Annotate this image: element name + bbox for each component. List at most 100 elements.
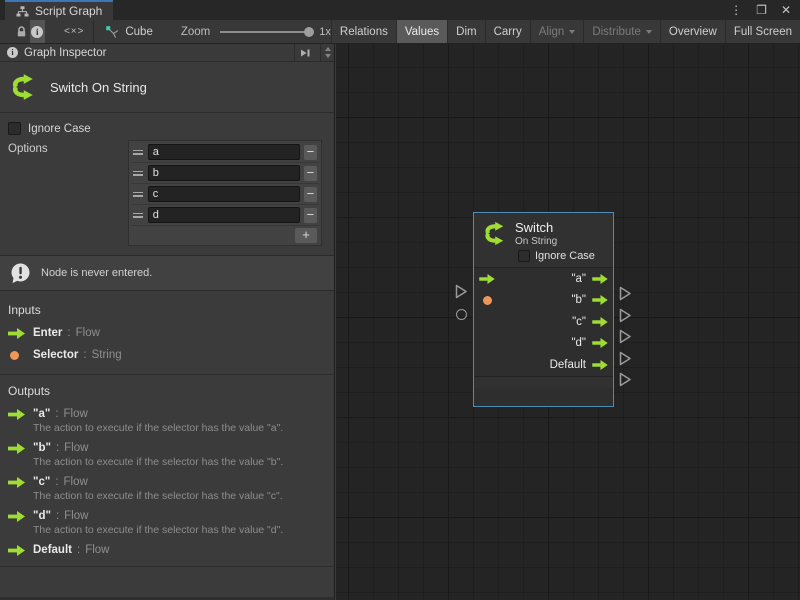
node-body: "a" "b" "c" "d": [474, 267, 613, 376]
toolbar-button-values[interactable]: Values: [396, 20, 447, 43]
flow-port-icon[interactable]: [592, 295, 608, 305]
graph-hierarchy-icon: [16, 6, 29, 17]
type-separator: :: [55, 408, 58, 420]
option-input[interactable]: [148, 144, 300, 160]
port-name: Enter: [33, 327, 62, 339]
type-separator: :: [77, 544, 80, 556]
title-bar: Script Graph ⋮ ❐ ✕: [0, 0, 800, 20]
panel-scroll-buttons[interactable]: [320, 44, 334, 62]
port-type: Flow: [64, 408, 88, 420]
flow-port-icon[interactable]: [592, 360, 608, 370]
node-port-label: "c": [572, 316, 586, 328]
port-description: The action to execute if the selector ha…: [33, 524, 334, 536]
drag-handle-icon[interactable]: [133, 171, 144, 176]
scroll-down-icon[interactable]: [325, 54, 331, 58]
connector-triangle-icon[interactable]: [619, 372, 632, 387]
connector-triangle-icon[interactable]: [619, 351, 632, 366]
toolbar-button-distribute[interactable]: Distribute: [583, 20, 660, 43]
close-icon[interactable]: ✕: [781, 3, 791, 17]
ignore-case-checkbox[interactable]: [8, 122, 21, 135]
warning-bubble-icon: [9, 262, 32, 285]
connector-triangle-icon[interactable]: [619, 308, 632, 323]
flow-arrow-icon: [8, 545, 25, 556]
section-divider: [0, 566, 334, 567]
toolbar-button-fullscreen[interactable]: Full Screen: [725, 20, 800, 43]
warning-box: Node is never entered.: [0, 255, 334, 291]
drag-handle-icon[interactable]: [133, 150, 144, 155]
node-port-label: Default: [550, 359, 586, 371]
toolbar-button-carry[interactable]: Carry: [485, 20, 530, 43]
port-row-enter: Enter : Flow: [8, 327, 334, 339]
flow-arrow-icon: [8, 409, 25, 420]
drag-handle-icon[interactable]: [133, 213, 144, 218]
type-separator: :: [56, 510, 59, 522]
drag-handle-icon[interactable]: [133, 192, 144, 197]
toolbar-button-overview[interactable]: Overview: [660, 20, 725, 43]
option-input[interactable]: [148, 186, 300, 202]
option-row: −: [131, 205, 319, 226]
switch-on-string-node[interactable]: Switch On String Ignore Case "a": [473, 212, 614, 407]
port-row-b: "b" : Flow: [8, 442, 334, 454]
zoom-label: Zoom: [181, 26, 210, 38]
dock-panel-button[interactable]: [294, 44, 314, 62]
toolbar-button-dim[interactable]: Dim: [447, 20, 484, 43]
remove-option-button[interactable]: −: [304, 187, 317, 202]
connector-triangle-icon[interactable]: [619, 286, 632, 301]
section-divider: [0, 374, 334, 375]
port-name: Selector: [33, 349, 78, 361]
code-preview-button[interactable]: <×>: [64, 20, 85, 43]
port-type: Flow: [64, 476, 88, 488]
type-separator: :: [55, 476, 58, 488]
remove-option-button[interactable]: −: [304, 145, 317, 160]
add-option-button[interactable]: +: [295, 228, 317, 243]
option-row: −: [131, 142, 319, 163]
toolbar-button-align[interactable]: Align: [530, 20, 584, 43]
graph-canvas[interactable]: Switch On String Ignore Case "a": [336, 44, 800, 600]
toolbar: i <×> Cube Zoom 1x Relations Values Dim …: [0, 20, 800, 44]
port-description: The action to execute if the selector ha…: [33, 490, 334, 502]
option-input[interactable]: [148, 207, 300, 223]
enter-flow-port-icon[interactable]: [479, 274, 495, 284]
toolbar-button-relations[interactable]: Relations: [331, 20, 396, 43]
chevron-down-icon: [569, 30, 575, 34]
remove-option-button[interactable]: −: [304, 208, 317, 223]
warning-text: Node is never entered.: [41, 267, 152, 279]
node-subtitle: On String: [515, 236, 557, 247]
node-footer: [474, 376, 613, 388]
connector-circle-icon[interactable]: [456, 309, 467, 320]
selector-value-port-icon[interactable]: [483, 296, 492, 305]
options-label: Options: [8, 140, 48, 246]
remove-option-button[interactable]: −: [304, 166, 317, 181]
option-input[interactable]: [148, 165, 300, 181]
graph-context-breadcrumb[interactable]: Cube: [105, 20, 153, 43]
flow-port-icon[interactable]: [592, 274, 608, 284]
flow-port-icon[interactable]: [592, 338, 608, 348]
window-menu-icon[interactable]: ⋮: [730, 3, 742, 17]
tab-label: Script Graph: [35, 4, 102, 18]
node-ignore-case-checkbox[interactable]: [518, 250, 530, 262]
lock-icon: [15, 25, 28, 38]
port-row-a: "a" : Flow: [8, 408, 334, 420]
port-type: Flow: [64, 510, 88, 522]
scroll-up-icon[interactable]: [325, 47, 331, 51]
graph-context-icon: [105, 25, 119, 39]
port-name: "a": [33, 408, 50, 420]
port-name: "d": [33, 510, 51, 522]
node-port-label: "a": [571, 273, 586, 285]
type-separator: :: [67, 327, 70, 339]
lock-button[interactable]: [14, 20, 29, 43]
zoom-slider[interactable]: [220, 31, 310, 33]
inspector-toggle-button[interactable]: i: [30, 20, 45, 43]
maximize-icon[interactable]: ❐: [756, 3, 767, 17]
flow-port-icon[interactable]: [592, 317, 608, 327]
option-row: −: [131, 163, 319, 184]
zoom-slider-handle[interactable]: [304, 27, 314, 37]
connector-triangle-icon[interactable]: [455, 284, 468, 299]
unit-title-row: Switch On String: [0, 62, 334, 113]
connector-triangle-icon[interactable]: [619, 329, 632, 344]
tab-script-graph[interactable]: Script Graph: [5, 0, 113, 20]
port-type: String: [92, 349, 122, 361]
code-icon: <×>: [64, 26, 85, 37]
flow-arrow-icon: [8, 511, 25, 522]
flow-arrow-icon: [8, 328, 25, 339]
